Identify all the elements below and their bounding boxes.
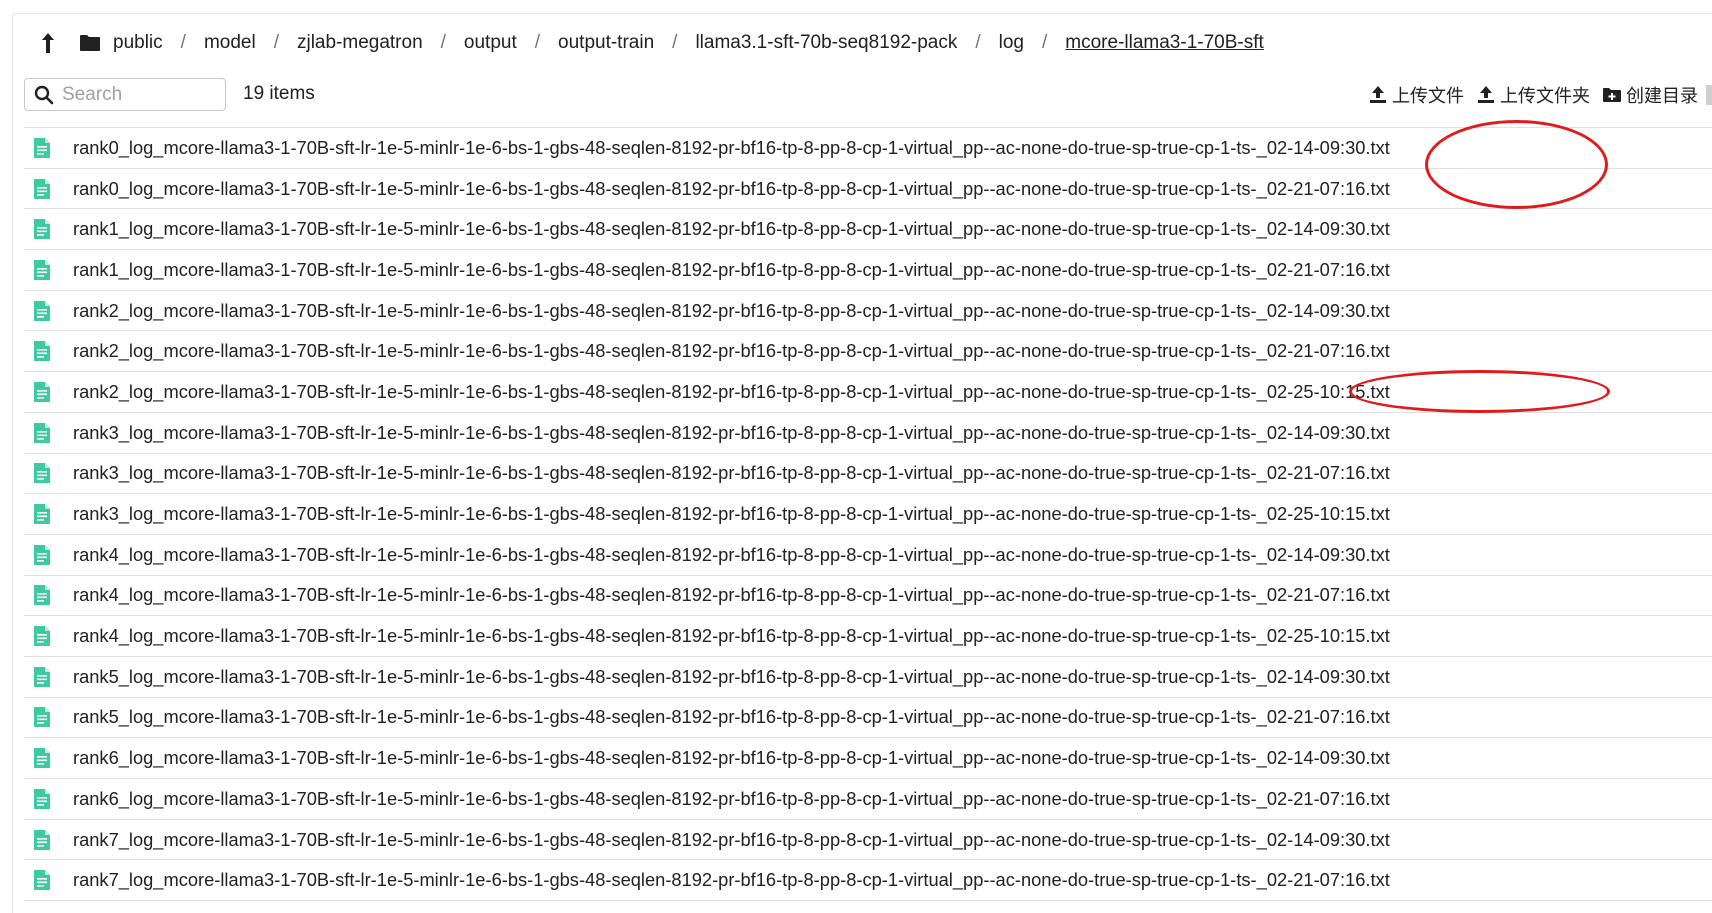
breadcrumb-separator: / [440, 32, 446, 53]
breadcrumb-item-output-train[interactable]: output-train [558, 32, 654, 54]
file-name[interactable]: rank1_log_mcore-llama3-1-70B-sft-lr-1e-5… [73, 218, 1390, 240]
text-file-icon [33, 503, 51, 525]
breadcrumb-item-llama-pack[interactable]: llama3.1-sft-70b-seq8192-pack [695, 32, 957, 54]
text-file-icon [33, 137, 51, 159]
create-directory-button[interactable]: 创建目录 [1602, 82, 1698, 108]
file-row[interactable]: rank3_log_mcore-llama3-1-70B-sft-lr-1e-5… [24, 494, 1712, 535]
text-file-icon [33, 422, 51, 444]
file-name[interactable]: rank5_log_mcore-llama3-1-70B-sft-lr-1e-5… [73, 666, 1390, 688]
file-name[interactable]: rank1_log_mcore-llama3-1-70B-sft-lr-1e-5… [73, 259, 1390, 281]
breadcrumb-separator: / [273, 32, 279, 53]
breadcrumb-separator: / [534, 32, 541, 53]
upload-folder-label: 上传文件夹 [1500, 86, 1590, 106]
file-row[interactable]: rank5_log_mcore-llama3-1-70B-sft-lr-1e-5… [24, 698, 1712, 739]
file-row[interactable]: rank4_log_mcore-llama3-1-70B-sft-lr-1e-5… [24, 576, 1712, 617]
file-row[interactable]: rank0_log_mcore-llama3-1-70B-sft-lr-1e-5… [24, 169, 1712, 210]
breadcrumb: public / model / zjlab-megatron / output… [37, 28, 1264, 58]
file-row[interactable]: rank1_log_mcore-llama3-1-70B-sft-lr-1e-5… [24, 250, 1712, 291]
text-file-icon [33, 218, 51, 240]
file-name[interactable]: rank0_log_mcore-llama3-1-70B-sft-lr-1e-5… [73, 178, 1390, 200]
breadcrumb-current[interactable]: mcore-llama3-1-70B-sft [1065, 32, 1264, 54]
file-row[interactable]: rank4_log_mcore-llama3-1-70B-sft-lr-1e-5… [24, 535, 1712, 576]
text-file-icon [33, 381, 51, 403]
file-name[interactable]: rank2_log_mcore-llama3-1-70B-sft-lr-1e-5… [73, 340, 1390, 362]
upload-icon [1370, 86, 1386, 103]
text-file-icon [33, 666, 51, 688]
file-row[interactable]: rank5_log_mcore-llama3-1-70B-sft-lr-1e-5… [24, 657, 1712, 698]
upload-file-label: 上传文件 [1392, 86, 1464, 106]
new-folder-icon [1603, 88, 1621, 102]
file-name[interactable]: rank3_log_mcore-llama3-1-70B-sft-lr-1e-5… [73, 422, 1390, 444]
search-box[interactable] [24, 78, 226, 111]
text-file-icon [33, 584, 51, 606]
search-icon [34, 85, 54, 104]
file-row[interactable]: rank2_log_mcore-llama3-1-70B-sft-lr-1e-5… [24, 331, 1712, 373]
file-row[interactable]: rank1_log_mcore-llama3-1-70B-sft-lr-1e-5… [24, 209, 1712, 251]
text-file-icon [33, 747, 51, 769]
file-name[interactable]: rank4_log_mcore-llama3-1-70B-sft-lr-1e-5… [73, 625, 1390, 647]
upload-icon [1478, 86, 1494, 103]
file-row[interactable]: rank7_log_mcore-llama3-1-70B-sft-lr-1e-5… [24, 820, 1712, 861]
file-row[interactable]: rank3_log_mcore-llama3-1-70B-sft-lr-1e-5… [24, 413, 1712, 454]
text-file-icon [33, 788, 51, 810]
breadcrumb-item-log[interactable]: log [999, 32, 1024, 54]
file-name[interactable]: rank4_log_mcore-llama3-1-70B-sft-lr-1e-5… [73, 544, 1390, 566]
file-name[interactable]: rank6_log_mcore-llama3-1-70B-sft-lr-1e-5… [73, 788, 1390, 810]
text-file-icon [33, 178, 51, 200]
text-file-icon [33, 340, 51, 362]
file-row[interactable]: rank4_log_mcore-llama3-1-70B-sft-lr-1e-5… [24, 616, 1712, 657]
upload-folder-button[interactable]: 上传文件夹 [1476, 82, 1590, 108]
file-name[interactable]: rank4_log_mcore-llama3-1-70B-sft-lr-1e-5… [73, 584, 1390, 606]
arrow-up-icon[interactable] [37, 30, 59, 56]
create-directory-label: 创建目录 [1626, 86, 1698, 106]
toolbar: 上传文件 上传文件夹 创建目录 [1356, 82, 1712, 108]
text-file-icon [33, 544, 51, 566]
file-row[interactable]: rank7_log_mcore-llama3-1-70B-sft-lr-1e-5… [24, 860, 1712, 902]
breadcrumb-separator: / [1042, 32, 1048, 53]
file-row[interactable]: rank3_log_mcore-llama3-1-70B-sft-lr-1e-5… [24, 454, 1712, 495]
file-name[interactable]: rank3_log_mcore-llama3-1-70B-sft-lr-1e-5… [73, 462, 1390, 484]
file-row[interactable]: rank6_log_mcore-llama3-1-70B-sft-lr-1e-5… [24, 779, 1712, 820]
file-row[interactable]: rank2_log_mcore-llama3-1-70B-sft-lr-1e-5… [24, 372, 1712, 413]
text-file-icon [33, 869, 51, 891]
file-name[interactable]: rank7_log_mcore-llama3-1-70B-sft-lr-1e-5… [73, 869, 1390, 891]
file-name[interactable]: rank3_log_mcore-llama3-1-70B-sft-lr-1e-5… [73, 503, 1390, 525]
file-row[interactable]: rank6_log_mcore-llama3-1-70B-sft-lr-1e-5… [24, 738, 1712, 779]
file-name[interactable]: rank6_log_mcore-llama3-1-70B-sft-lr-1e-5… [73, 747, 1390, 769]
breadcrumb-separator: / [672, 32, 678, 53]
search-input[interactable] [62, 83, 222, 106]
breadcrumb-item-public[interactable]: public [113, 32, 163, 54]
breadcrumb-home[interactable]: public [79, 30, 163, 56]
file-name[interactable]: rank2_log_mcore-llama3-1-70B-sft-lr-1e-5… [73, 300, 1390, 322]
file-list: rank0_log_mcore-llama3-1-70B-sft-lr-1e-5… [24, 127, 1712, 902]
item-count: 19 items [243, 83, 315, 104]
text-file-icon [33, 706, 51, 728]
breadcrumb-item-model[interactable]: model [204, 32, 256, 54]
upload-file-button[interactable]: 上传文件 [1368, 82, 1464, 108]
file-name[interactable]: rank5_log_mcore-llama3-1-70B-sft-lr-1e-5… [73, 706, 1390, 728]
file-row[interactable]: rank0_log_mcore-llama3-1-70B-sft-lr-1e-5… [24, 128, 1712, 169]
file-name[interactable]: rank2_log_mcore-llama3-1-70B-sft-lr-1e-5… [73, 381, 1390, 403]
breadcrumb-item-zjlab-megatron[interactable]: zjlab-megatron [297, 32, 423, 54]
text-file-icon [33, 625, 51, 647]
breadcrumb-separator: / [180, 32, 186, 53]
toolbar-overflow [1706, 85, 1712, 105]
text-file-icon [33, 829, 51, 851]
text-file-icon [33, 462, 51, 484]
file-row[interactable]: rank2_log_mcore-llama3-1-70B-sft-lr-1e-5… [24, 291, 1712, 332]
text-file-icon [33, 300, 51, 322]
text-file-icon [33, 259, 51, 281]
folder-icon [79, 30, 103, 56]
file-name[interactable]: rank0_log_mcore-llama3-1-70B-sft-lr-1e-5… [73, 137, 1390, 159]
breadcrumb-item-output[interactable]: output [464, 32, 517, 54]
file-name[interactable]: rank7_log_mcore-llama3-1-70B-sft-lr-1e-5… [73, 829, 1390, 851]
breadcrumb-separator: / [975, 32, 981, 53]
